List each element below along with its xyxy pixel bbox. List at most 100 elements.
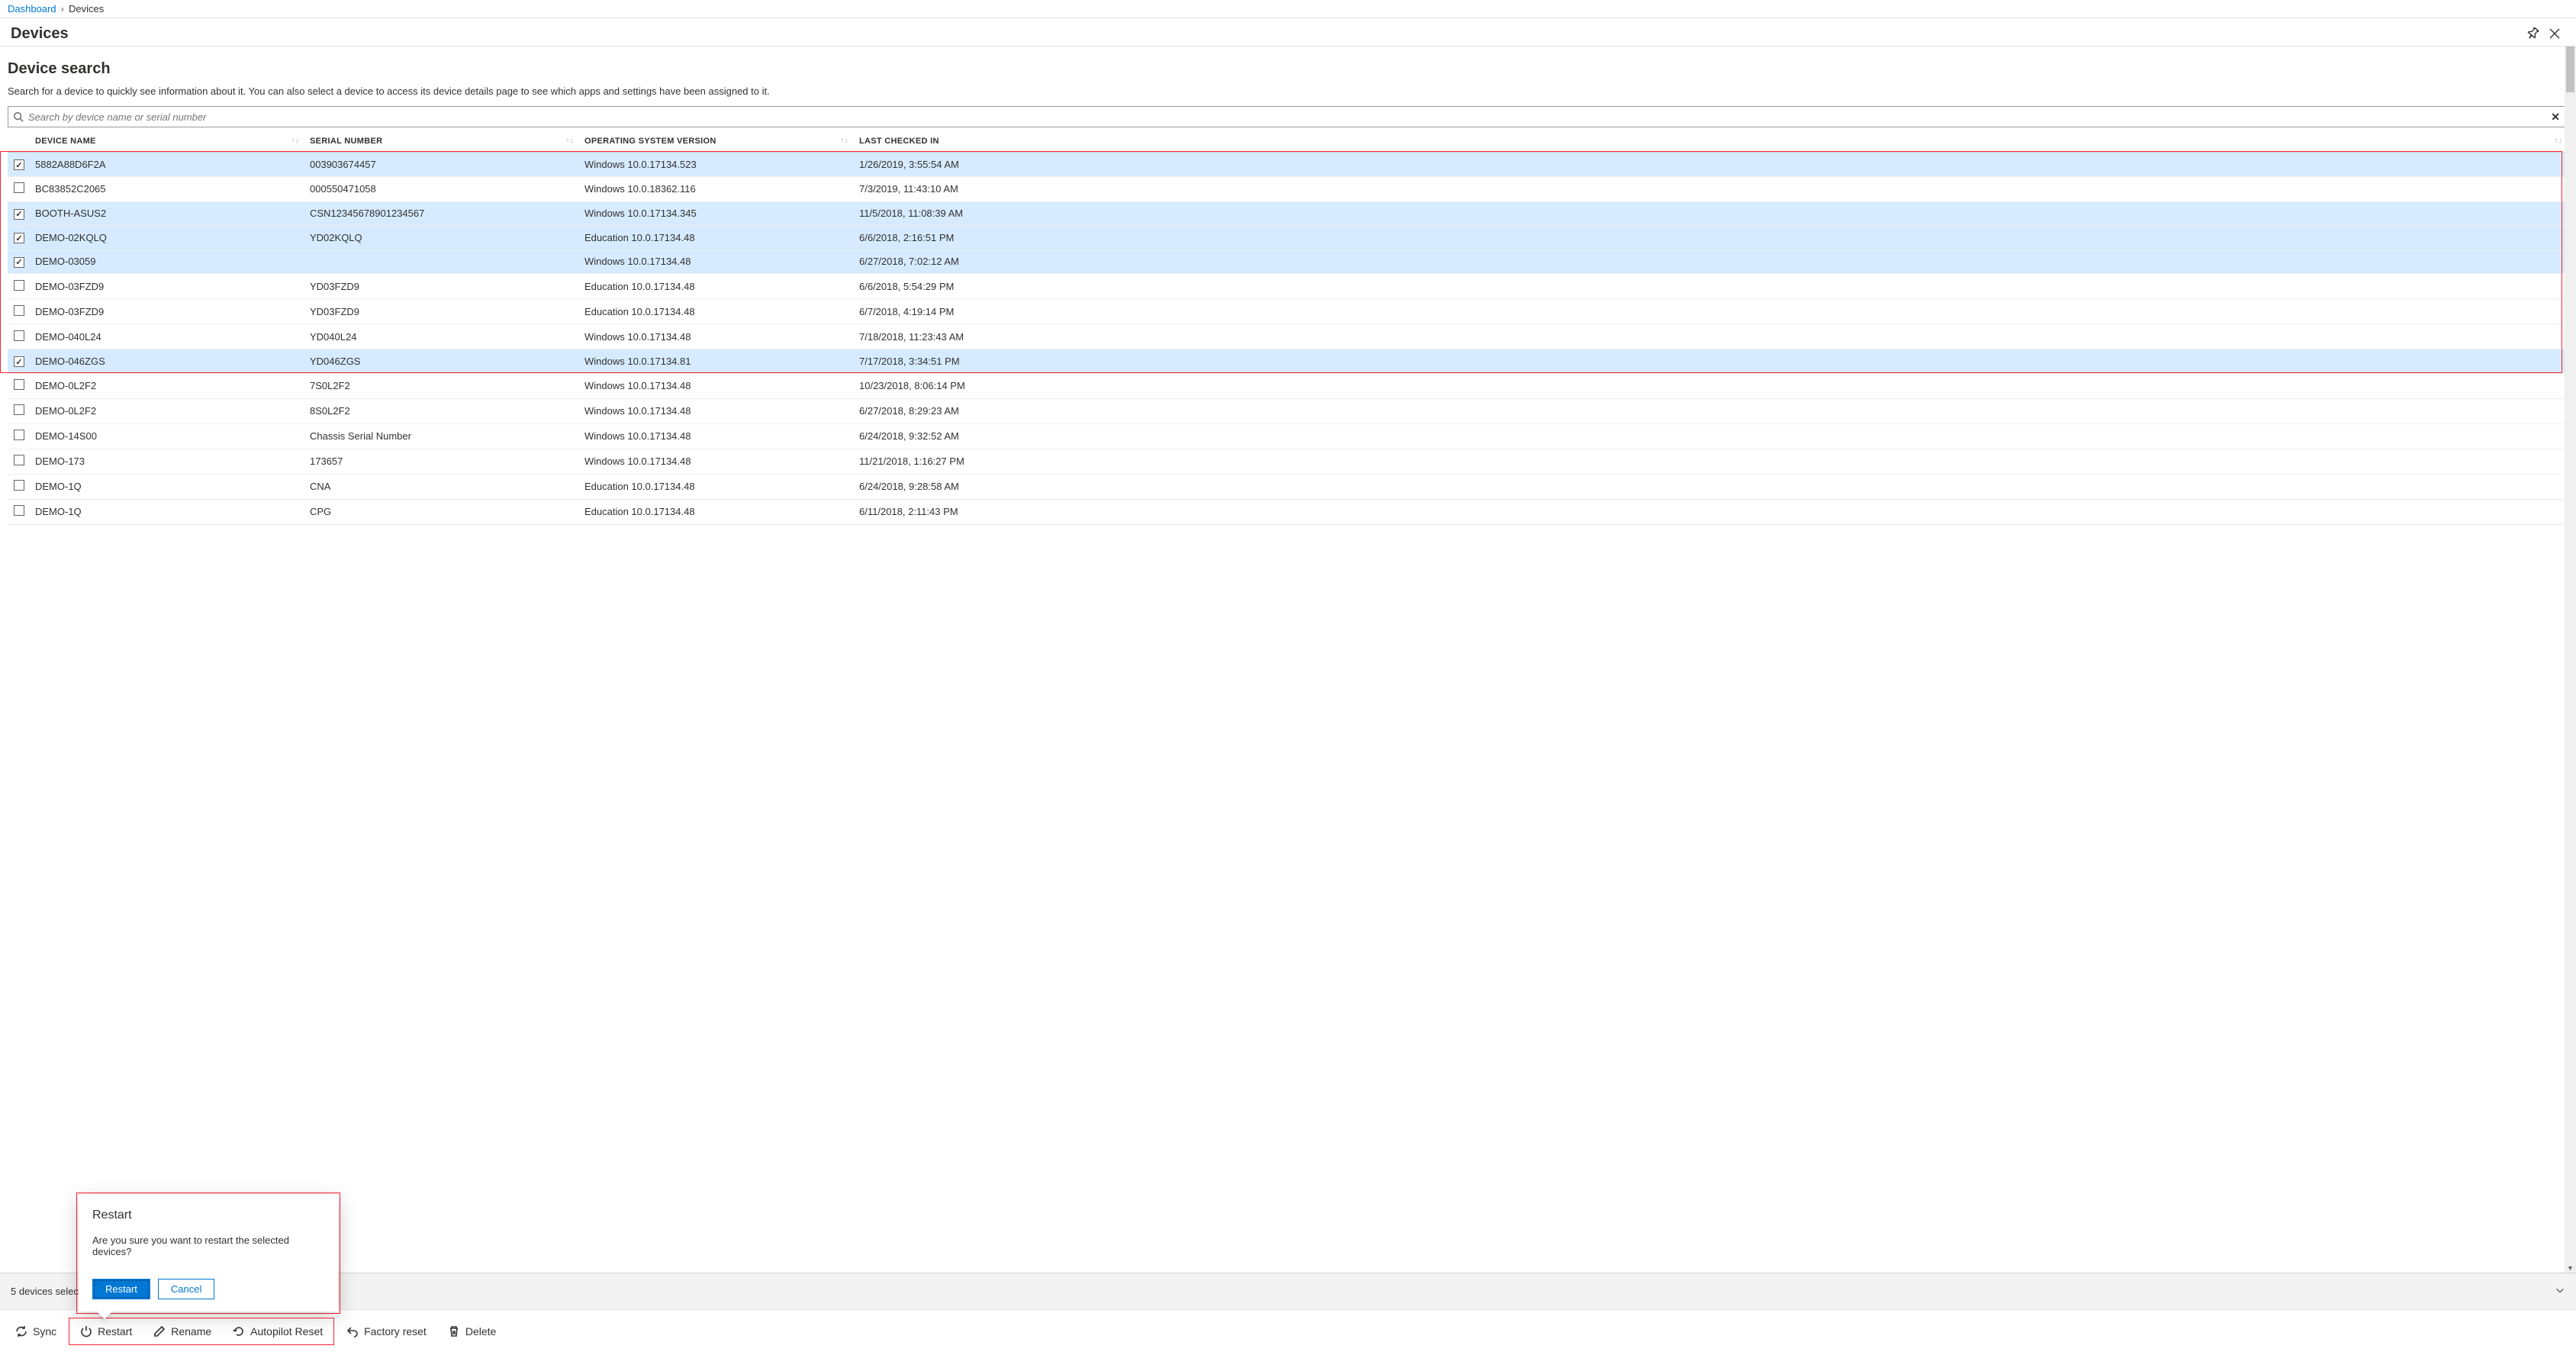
autopilot-reset-button[interactable]: Autopilot Reset xyxy=(224,1320,332,1343)
cell-os: Education 10.0.17134.48 xyxy=(580,274,855,299)
col-last-checked[interactable]: LAST CHECKED IN↑↓ xyxy=(855,130,2568,153)
table-row[interactable]: 5882A88D6F2A003903674457Windows 10.0.171… xyxy=(8,153,2568,177)
breadcrumb: Dashboard › Devices xyxy=(0,0,2576,18)
table-row[interactable]: DEMO-0L2F27S0L2F2Windows 10.0.17134.4810… xyxy=(8,373,2568,398)
row-checkbox[interactable] xyxy=(14,257,24,268)
row-checkbox[interactable] xyxy=(14,379,24,390)
cell-device-name: DEMO-1Q xyxy=(31,499,305,524)
clear-search-icon[interactable]: ✕ xyxy=(2548,111,2563,124)
table-row[interactable]: BOOTH-ASUS2CSN12345678901234567Windows 1… xyxy=(8,201,2568,226)
table-row[interactable]: DEMO-03FZD9YD03FZD9Education 10.0.17134.… xyxy=(8,299,2568,324)
scrollbar[interactable]: ▲ ▼ xyxy=(2565,47,2576,1273)
sync-button[interactable]: Sync xyxy=(6,1320,66,1343)
cell-serial: CPG xyxy=(305,499,580,524)
page-title: Devices xyxy=(11,25,2523,43)
row-checkbox[interactable] xyxy=(14,430,24,440)
cancel-button[interactable]: Cancel xyxy=(158,1279,214,1299)
cell-serial: YD040L24 xyxy=(305,324,580,349)
cell-device-name: BOOTH-ASUS2 xyxy=(31,201,305,226)
cell-serial: CSN12345678901234567 xyxy=(305,201,580,226)
table-row[interactable]: DEMO-02KQLQYD02KQLQEducation 10.0.17134.… xyxy=(8,226,2568,250)
cell-device-name: DEMO-14S00 xyxy=(31,423,305,449)
row-checkbox[interactable] xyxy=(14,305,24,316)
cell-os: Windows 10.0.17134.81 xyxy=(580,349,855,374)
cell-os: Windows 10.0.17134.48 xyxy=(580,249,855,274)
cell-serial: YD03FZD9 xyxy=(305,274,580,299)
cell-checked: 6/24/2018, 9:32:52 AM xyxy=(855,423,2568,449)
cell-serial: YD02KQLQ xyxy=(305,226,580,250)
row-checkbox[interactable] xyxy=(14,182,24,193)
pin-icon[interactable] xyxy=(2523,23,2544,44)
cell-os: Windows 10.0.17134.345 xyxy=(580,201,855,226)
cell-checked: 1/26/2019, 3:55:54 AM xyxy=(855,153,2568,177)
cell-checked: 7/18/2018, 11:23:43 AM xyxy=(855,324,2568,349)
search-input[interactable] xyxy=(28,111,2548,123)
close-icon[interactable] xyxy=(2544,23,2565,44)
table-row[interactable]: DEMO-03059 Windows 10.0.17134.486/27/2018… xyxy=(8,249,2568,274)
search-input-wrap[interactable]: ✕ xyxy=(8,106,2568,127)
breadcrumb-root-link[interactable]: Dashboard xyxy=(8,3,56,14)
restart-dialog: Restart Are you sure you want to restart… xyxy=(79,1195,338,1312)
restart-dialog-wrap: Restart Are you sure you want to restart… xyxy=(76,1193,340,1314)
cell-checked: 7/3/2019, 11:43:10 AM xyxy=(855,176,2568,201)
scroll-down-icon[interactable]: ▼ xyxy=(2565,1262,2576,1273)
row-checkbox[interactable] xyxy=(14,480,24,491)
table-row[interactable]: DEMO-0L2F28S0L2F2Windows 10.0.17134.486/… xyxy=(8,398,2568,423)
cell-serial: 7S0L2F2 xyxy=(305,373,580,398)
cell-os: Windows 10.0.18362.116 xyxy=(580,176,855,201)
cell-checked: 6/27/2018, 8:29:23 AM xyxy=(855,398,2568,423)
row-checkbox[interactable] xyxy=(14,280,24,291)
cell-device-name: DEMO-173 xyxy=(31,449,305,474)
row-checkbox[interactable] xyxy=(14,356,24,367)
chevron-down-icon[interactable] xyxy=(2555,1285,2565,1298)
cell-checked: 6/27/2018, 7:02:12 AM xyxy=(855,249,2568,274)
table-row[interactable]: DEMO-046ZGSYD046ZGSWindows 10.0.17134.81… xyxy=(8,349,2568,374)
cell-serial: YD03FZD9 xyxy=(305,299,580,324)
cell-os: Education 10.0.17134.48 xyxy=(580,474,855,499)
cell-checked: 6/7/2018, 4:19:14 PM xyxy=(855,299,2568,324)
restart-button[interactable]: Restart xyxy=(71,1320,141,1343)
table-row[interactable]: DEMO-1QCPGEducation 10.0.17134.486/11/20… xyxy=(8,499,2568,524)
cell-checked: 6/6/2018, 5:54:29 PM xyxy=(855,274,2568,299)
cell-serial: 003903674457 xyxy=(305,153,580,177)
cell-serial: 173657 xyxy=(305,449,580,474)
row-checkbox[interactable] xyxy=(14,330,24,341)
row-checkbox[interactable] xyxy=(14,159,24,170)
scroll-thumb[interactable] xyxy=(2566,47,2574,92)
cell-device-name: DEMO-040L24 xyxy=(31,324,305,349)
cell-device-name: DEMO-03059 xyxy=(31,249,305,274)
table-row[interactable]: DEMO-1QCNAEducation 10.0.17134.486/24/20… xyxy=(8,474,2568,499)
col-os-version[interactable]: OPERATING SYSTEM VERSION↑↓ xyxy=(580,130,855,153)
cell-serial xyxy=(305,249,580,274)
table-row[interactable]: BC83852C2065000550471058Windows 10.0.183… xyxy=(8,176,2568,201)
table-row[interactable]: DEMO-173173657Windows 10.0.17134.4811/21… xyxy=(8,449,2568,474)
cell-os: Windows 10.0.17134.48 xyxy=(580,398,855,423)
table-row[interactable]: DEMO-040L24YD040L24Windows 10.0.17134.48… xyxy=(8,324,2568,349)
col-serial-number[interactable]: SERIAL NUMBER↑↓ xyxy=(305,130,580,153)
cell-checked: 6/24/2018, 9:28:58 AM xyxy=(855,474,2568,499)
row-checkbox[interactable] xyxy=(14,209,24,220)
row-checkbox[interactable] xyxy=(14,404,24,415)
col-device-name[interactable]: DEVICE NAME↑↓ xyxy=(31,130,305,153)
row-checkbox[interactable] xyxy=(14,233,24,243)
factory-reset-button[interactable]: Factory reset xyxy=(337,1320,436,1343)
cell-os: Windows 10.0.17134.48 xyxy=(580,449,855,474)
cell-os: Windows 10.0.17134.48 xyxy=(580,373,855,398)
delete-button[interactable]: Delete xyxy=(439,1320,505,1343)
cell-checked: 6/11/2018, 2:11:43 PM xyxy=(855,499,2568,524)
cell-checked: 11/5/2018, 11:08:39 AM xyxy=(855,201,2568,226)
row-checkbox[interactable] xyxy=(14,505,24,516)
confirm-restart-button[interactable]: Restart xyxy=(92,1279,150,1299)
table-row[interactable]: DEMO-14S00Chassis Serial NumberWindows 1… xyxy=(8,423,2568,449)
undo-icon xyxy=(346,1325,359,1338)
rename-button[interactable]: Rename xyxy=(144,1320,221,1343)
row-checkbox[interactable] xyxy=(14,455,24,465)
cell-checked: 10/23/2018, 8:06:14 PM xyxy=(855,373,2568,398)
selection-footer[interactable]: 5 devices selected xyxy=(0,1273,2576,1309)
table-row[interactable]: DEMO-03FZD9YD03FZD9Education 10.0.17134.… xyxy=(8,274,2568,299)
main-content: Device search Search for a device to qui… xyxy=(0,47,2576,1273)
cell-os: Education 10.0.17134.48 xyxy=(580,499,855,524)
cell-device-name: DEMO-03FZD9 xyxy=(31,274,305,299)
dialog-body: Are you sure you want to restart the sel… xyxy=(92,1235,324,1257)
sort-icon: ↑↓ xyxy=(565,137,574,145)
